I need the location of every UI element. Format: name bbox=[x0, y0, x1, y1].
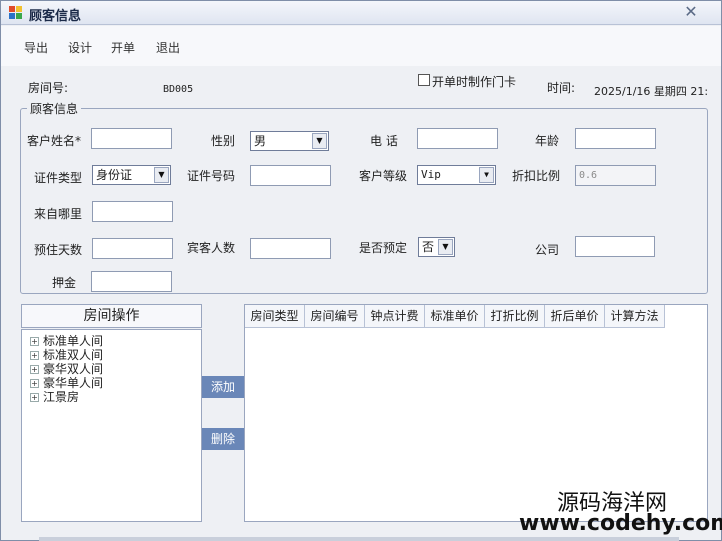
discount-ratio-input[interactable]: 0.6 bbox=[575, 165, 656, 186]
delete-room-button[interactable]: 删除 bbox=[202, 428, 244, 450]
guest-count-label: 宾客人数 bbox=[187, 241, 236, 255]
customer-name-label: 客户姓名* bbox=[27, 134, 82, 148]
deposit-input[interactable] bbox=[91, 271, 172, 292]
horizontal-scrollbar[interactable] bbox=[39, 537, 679, 541]
customer-name-input[interactable] bbox=[91, 128, 172, 149]
make-card-checkbox[interactable] bbox=[418, 74, 430, 86]
stay-days-label: 预住天数 bbox=[34, 243, 83, 257]
origin-label: 来自哪里 bbox=[34, 207, 83, 221]
grid-header: 房间类型 房间编号 钟点计费 标准单价 打折比例 折后单价 计算方法 bbox=[245, 305, 707, 328]
customer-info-window: 顾客信息 ✕ 导出 设计 开单 退出 房间号: BD005 开单时制作门卡 时间… bbox=[0, 0, 722, 541]
group-legend: 顾客信息 bbox=[27, 100, 82, 117]
tree-item[interactable]: + 江景房 bbox=[30, 390, 79, 404]
time-label: 时间: bbox=[547, 81, 576, 95]
deposit-label: 押金 bbox=[52, 276, 77, 290]
menu-bar: 导出 设计 开单 退出 bbox=[1, 26, 721, 66]
column-hourly-billing[interactable]: 钟点计费 bbox=[365, 305, 425, 328]
discount-ratio-label: 折扣比例 bbox=[512, 169, 561, 183]
origin-input[interactable] bbox=[92, 201, 173, 222]
reserved-value: 否 bbox=[422, 240, 435, 254]
column-calculation-method[interactable]: 计算方法 bbox=[605, 305, 665, 328]
room-operations-header: 房间操作 bbox=[21, 304, 202, 328]
add-room-button[interactable]: 添加 bbox=[202, 376, 244, 398]
reserved-select[interactable]: 否 ▼ bbox=[418, 237, 455, 257]
chevron-down-icon[interactable]: ▼ bbox=[438, 239, 453, 255]
chevron-down-icon[interactable]: ▼ bbox=[479, 167, 494, 183]
chevron-down-icon[interactable]: ▼ bbox=[154, 167, 169, 183]
id-type-label: 证件类型 bbox=[34, 171, 83, 185]
stay-days-input[interactable] bbox=[92, 238, 173, 259]
age-input[interactable] bbox=[575, 128, 656, 149]
close-icon[interactable]: ✕ bbox=[683, 4, 699, 20]
company-input[interactable] bbox=[575, 236, 655, 257]
app-icon bbox=[9, 6, 22, 19]
menu-exit[interactable]: 退出 bbox=[156, 39, 180, 56]
column-discount-ratio[interactable]: 打折比例 bbox=[485, 305, 545, 328]
chevron-down-icon[interactable]: ▼ bbox=[312, 133, 327, 149]
window-title: 顾客信息 bbox=[29, 9, 82, 24]
company-label: 公司 bbox=[535, 243, 560, 257]
column-room-number[interactable]: 房间编号 bbox=[305, 305, 365, 328]
age-label: 年龄 bbox=[535, 134, 560, 148]
column-standard-price[interactable]: 标准单价 bbox=[425, 305, 485, 328]
phone-input[interactable] bbox=[417, 128, 498, 149]
expand-icon[interactable]: + bbox=[30, 393, 39, 402]
room-no-value: BD005 bbox=[163, 84, 194, 95]
room-no-label: 房间号: bbox=[28, 81, 69, 95]
expand-icon[interactable]: + bbox=[30, 365, 39, 374]
watermark-url: www.codehy.com bbox=[519, 511, 722, 536]
phone-label: 电 话 bbox=[370, 134, 398, 148]
reserved-label: 是否预定 bbox=[359, 241, 408, 255]
guest-count-input[interactable] bbox=[250, 238, 331, 259]
tree-item[interactable]: + 标准双人间 bbox=[30, 348, 103, 362]
expand-icon[interactable]: + bbox=[30, 351, 39, 360]
gender-label: 性别 bbox=[211, 134, 236, 148]
menu-open-bill[interactable]: 开单 bbox=[111, 39, 135, 56]
expand-icon[interactable]: + bbox=[30, 379, 39, 388]
id-number-label: 证件号码 bbox=[187, 169, 236, 183]
title-bar: 顾客信息 ✕ bbox=[1, 1, 721, 25]
room-type-tree[interactable]: + 标准单人间 + 标准双人间 + 豪华双人间 + 豪华单人间 + 江景房 bbox=[21, 329, 202, 522]
menu-export[interactable]: 导出 bbox=[24, 39, 48, 56]
column-discounted-price[interactable]: 折后单价 bbox=[545, 305, 605, 328]
customer-level-label: 客户等级 bbox=[359, 169, 408, 183]
make-card-label[interactable]: 开单时制作门卡 bbox=[432, 73, 516, 90]
expand-icon[interactable]: + bbox=[30, 337, 39, 346]
id-number-input[interactable] bbox=[250, 165, 331, 186]
id-type-value: 身份证 bbox=[96, 168, 133, 182]
tree-item[interactable]: + 标准单人间 bbox=[30, 334, 103, 348]
gender-select[interactable]: 男 ▼ bbox=[250, 131, 329, 151]
tree-item[interactable]: + 豪华双人间 bbox=[30, 362, 103, 376]
tree-item[interactable]: + 豪华单人间 bbox=[30, 376, 103, 390]
customer-level-select[interactable]: Vip ▼ bbox=[417, 165, 496, 185]
menu-design[interactable]: 设计 bbox=[68, 39, 92, 56]
column-room-type[interactable]: 房间类型 bbox=[245, 305, 305, 328]
time-value: 2025/1/16 星期四 21: bbox=[594, 85, 709, 98]
gender-value: 男 bbox=[254, 134, 267, 148]
id-type-select[interactable]: 身份证 ▼ bbox=[92, 165, 171, 185]
customer-level-value: Vip bbox=[421, 168, 441, 181]
